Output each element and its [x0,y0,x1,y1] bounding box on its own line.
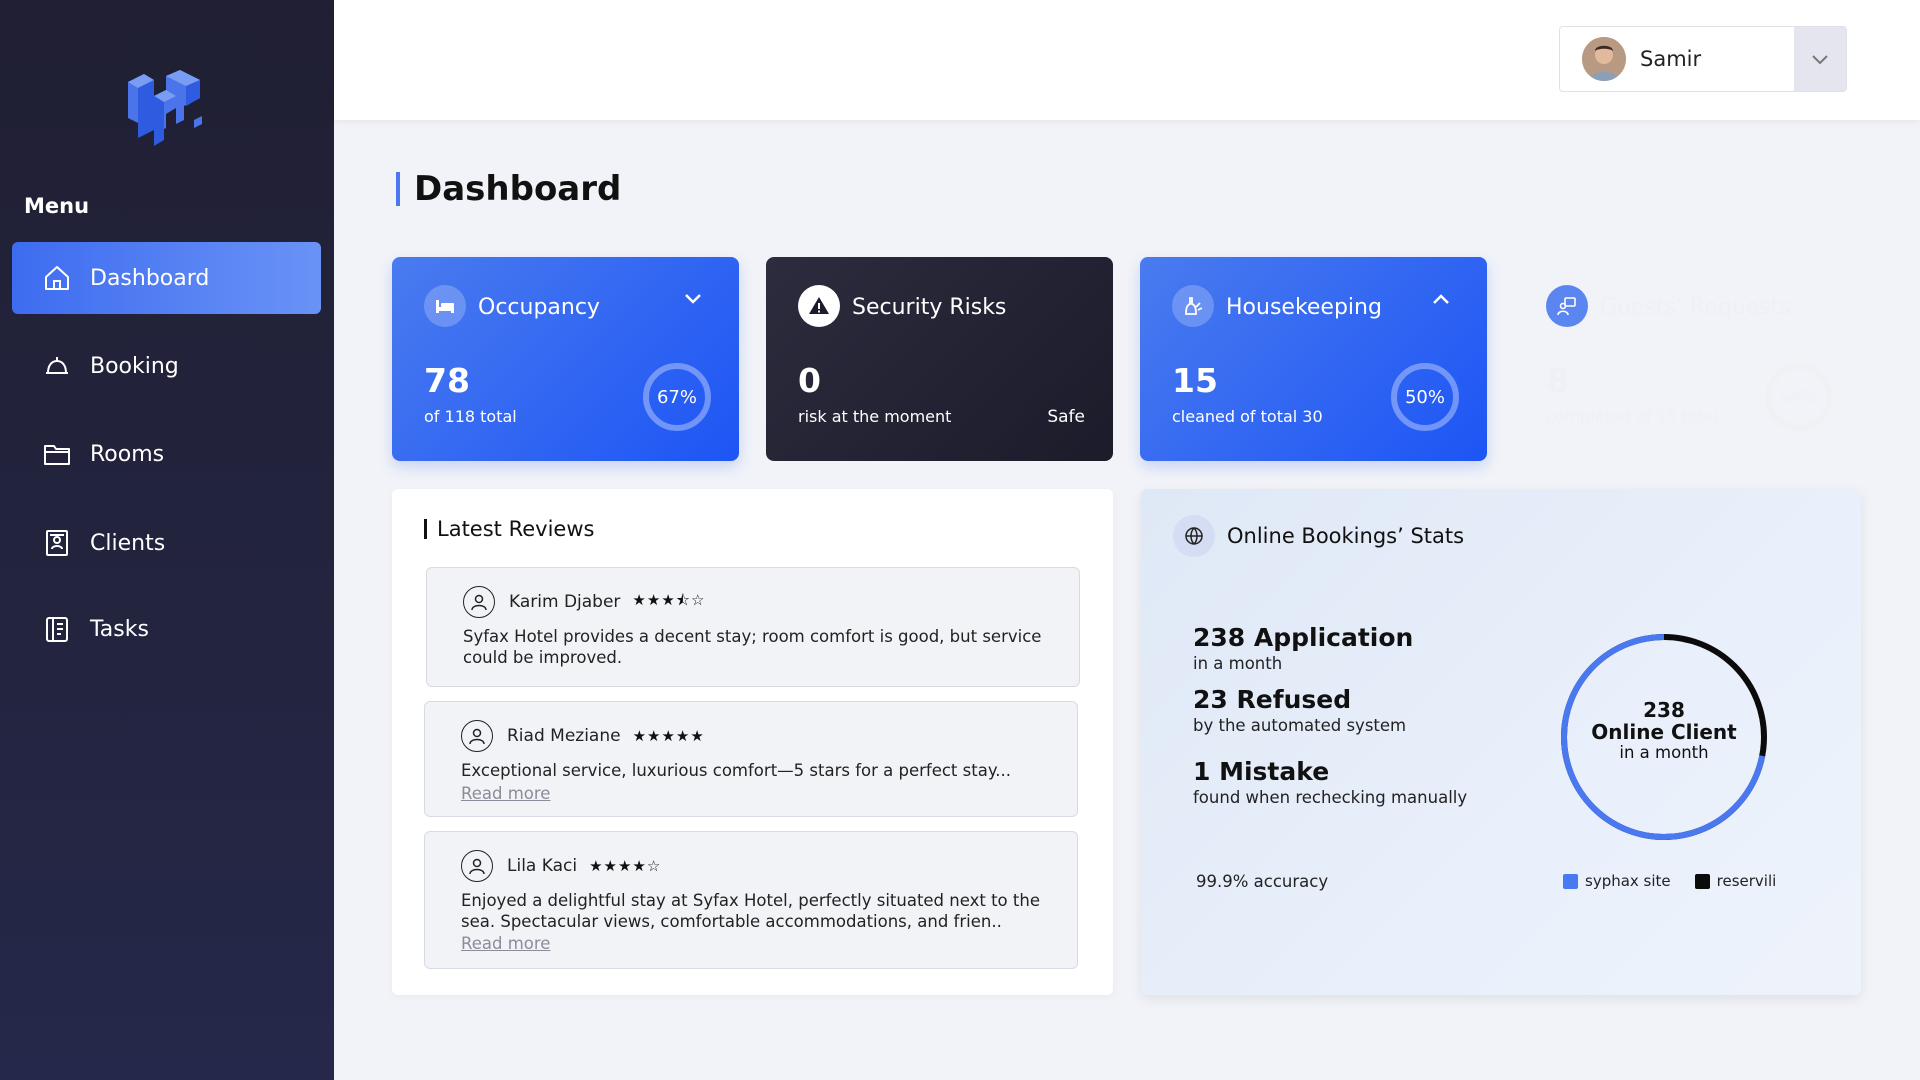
sidebar-item-booking[interactable]: Booking [12,330,321,402]
sidebar-item-label: Booking [90,353,179,379]
card-value: 15 [1172,361,1218,400]
legend-item-reservili: reservili [1694,872,1777,890]
donut-center-label: 238 Online Client in a month [1556,699,1772,763]
review-item[interactable]: Karim Djaber ★★★⯪☆ Syfax Hotel provides … [426,567,1080,687]
section-title: Online Bookings’ Stats [1227,524,1465,548]
sidebar-item-rooms[interactable]: Rooms [12,418,321,490]
user-dropdown[interactable]: Samir [1559,26,1847,92]
stat-caption: in a month [1193,654,1283,673]
card-title: Security Risks [852,295,1007,320]
chevron-down-icon[interactable] [681,287,705,311]
sidebar-item-label: Rooms [90,441,165,467]
user-icon [461,720,493,752]
stat-value: 23 Refused [1193,685,1352,714]
stat-refused: 23 Refused by the automated system [1193,685,1406,735]
card-subtitle: cleaned of total 30 [1172,407,1323,426]
reviewer-name: Riad Meziane [507,726,621,746]
review-item[interactable]: Riad Meziane ★★★★★ Exceptional service, … [424,701,1078,817]
app-logo-icon[interactable] [124,68,206,146]
stat-value: 1 Mistake [1193,757,1330,786]
legend-item-syphax: syphax site [1563,872,1671,890]
request-icon [1546,285,1588,327]
bell-icon [42,351,72,381]
user-name: Samir [1640,47,1702,71]
home-icon [42,263,72,293]
donut-label: Online Client [1591,720,1737,744]
menu-heading: Menu [24,194,90,218]
chevron-down-icon [1812,55,1828,65]
review-item[interactable]: Lila Kaci ★★★★☆ Enjoyed a delightful sta… [424,831,1078,969]
review-text: Enjoyed a delightful stay at Syfax Hotel… [461,891,1040,931]
card-title: Occupancy [478,295,600,320]
review-header: Riad Meziane ★★★★★ [461,720,705,752]
sidebar-item-label: Tasks [90,616,149,642]
card-subtitle: risk at the moment [798,407,952,426]
progress-ring: 50% [1391,363,1459,431]
read-more-link[interactable]: Read more [461,934,550,953]
folder-icon [42,439,72,469]
online-bookings-stats-panel: Online Bookings’ Stats 238 Application i… [1141,489,1861,995]
review-header: Karim Djaber ★★★⯪☆ [463,586,705,618]
occupancy-card[interactable]: Occupancy 78 of 118 total 67% [392,257,739,461]
legend-swatch [1563,873,1578,889]
card-subtitle: completed of 15 total [1546,407,1719,426]
sidebar-item-dashboard[interactable]: Dashboard [12,242,321,314]
donut-legend: syphax site reservili [1563,872,1800,890]
card-subtitle: of 118 total [424,407,517,426]
stat-caption: by the automated system [1193,716,1407,735]
card-value: 8 [1546,361,1569,400]
guests-requests-card[interactable]: Guests’ Requests 8 completed of 15 total… [1514,257,1861,461]
user-icon [461,850,493,882]
stat-applications: 238 Application in a month [1193,623,1413,673]
bed-icon [424,285,466,327]
stat-mistake: 1 Mistake found when rechecking manually [1193,757,1467,807]
user-icon [463,586,495,618]
progress-ring: 54% [1765,363,1833,431]
donut-value: 238 [1643,698,1685,722]
progress-ring: 67% [643,363,711,431]
sidebar-item-label: Clients [90,530,166,556]
user-avatar[interactable] [1582,37,1626,81]
top-bar: Samir [334,0,1920,120]
page-title: Dashboard [396,172,621,206]
card-value: 0 [798,361,821,400]
reviewer-name: Lila Kaci [507,856,578,876]
security-risks-card[interactable]: Security Risks 0 risk at the moment Safe [766,257,1113,461]
legend-swatch [1694,873,1710,889]
latest-reviews-panel: Latest Reviews Karim Djaber ★★★⯪☆ Syfax … [392,489,1113,995]
read-more-link[interactable]: Read more [461,784,550,803]
review-header: Lila Kaci ★★★★☆ [461,850,661,882]
sidebar-item-tasks[interactable]: Tasks [12,593,321,665]
globe-icon [1173,515,1215,557]
stat-caption: found when rechecking manually [1193,788,1468,807]
notepad-icon [42,614,72,644]
accuracy-label: 99.9% accuracy [1196,872,1329,891]
legend-label: syphax site [1585,872,1671,890]
card-value: 78 [424,361,470,400]
card-title: Guests’ Requests [1600,295,1791,320]
user-dropdown-toggle[interactable] [1794,27,1846,91]
sidebar-item-label: Dashboard [90,265,210,291]
legend-label: reservili [1716,872,1777,890]
cleaning-icon [1172,285,1214,327]
star-rating: ★★★★★ [632,727,705,745]
review-text: Syfax Hotel provides a decent stay; room… [463,627,1042,667]
warning-icon [798,285,840,327]
star-rating: ★★★★☆ [589,857,662,875]
sidebar: Menu Dashboard Booking Rooms Clients Tas… [0,0,334,1080]
housekeeping-card[interactable]: Housekeeping 15 cleaned of total 30 50% [1140,257,1487,461]
chevron-up-icon[interactable] [1429,287,1453,311]
section-title: Latest Reviews [424,519,594,540]
reviewer-name: Karim Djaber [509,592,621,612]
review-text: Exceptional service, luxurious comfort—5… [461,761,1011,780]
status-badge: Safe [1047,407,1085,427]
star-rating: ★★★⯪☆ [632,590,706,609]
sidebar-item-clients[interactable]: Clients [12,507,321,579]
contact-book-icon [42,528,72,558]
stat-value: 238 Application [1193,623,1414,652]
donut-period: in a month [1619,743,1709,762]
card-title: Housekeeping [1226,295,1382,320]
